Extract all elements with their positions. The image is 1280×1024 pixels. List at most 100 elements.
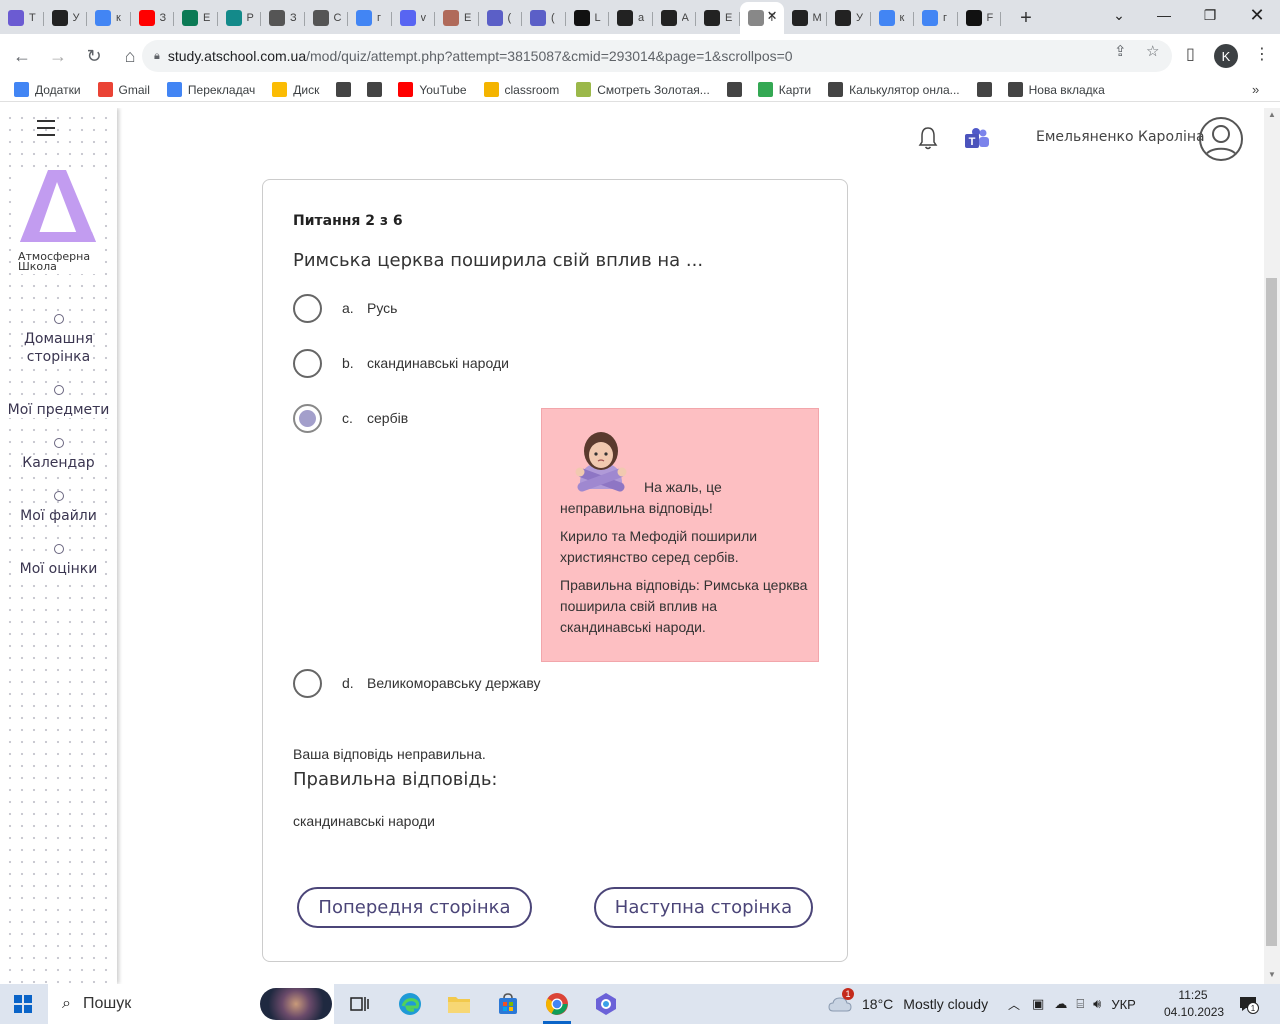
reload-button[interactable]: ↻ (78, 40, 110, 72)
scroll-up-icon[interactable]: ▲ (1268, 110, 1276, 119)
browser-tab[interactable]: к (871, 4, 915, 32)
share-icon[interactable]: ⇪ (1114, 42, 1127, 60)
task-view-icon[interactable] (340, 988, 380, 1020)
back-button[interactable]: ← (6, 40, 38, 72)
sidebar-item-home[interactable]: Домашня сторінка (0, 314, 117, 366)
browser-tab[interactable]: У (44, 4, 88, 32)
answer-option-a[interactable]: a. Русь (293, 293, 397, 323)
bookmark-item[interactable]: Нова вкладка (1007, 82, 1105, 97)
radio-button[interactable] (293, 348, 322, 378)
sidebar-item-grades[interactable]: Мої оцінки (0, 544, 117, 578)
tab-search-chevron-icon[interactable]: ⌄ (1096, 0, 1142, 30)
answer-option-d[interactable]: d. Великоморавську державу (293, 668, 540, 698)
sidebar-item-calendar[interactable]: Календар (0, 438, 117, 472)
more-bookmarks-icon[interactable]: » (1252, 82, 1259, 97)
bookmark-item[interactable]: classroom (483, 82, 559, 97)
volume-icon[interactable]: 🔊︎ (1093, 996, 1101, 1012)
chrome-icon[interactable] (537, 988, 577, 1024)
option-letter: a. (342, 300, 354, 316)
browser-tab[interactable]: F (958, 4, 1002, 32)
user-avatar[interactable] (1199, 117, 1243, 161)
windows-start-icon[interactable] (14, 995, 32, 1013)
close-tab-icon[interactable]: ✕ (767, 8, 778, 24)
browser-tab[interactable]: E (696, 4, 740, 32)
sidebar-item-files[interactable]: Мої файли (0, 491, 117, 525)
browser-tab[interactable]: T ✕ (739, 2, 784, 34)
clock[interactable]: 11:25 04.10.2023 (1164, 987, 1224, 1021)
copilot-app-icon[interactable] (586, 988, 626, 1020)
browser-tab[interactable]: С (305, 4, 349, 32)
browser-tab[interactable]: З (261, 4, 305, 32)
bookmark-item[interactable]: Карти (757, 82, 811, 97)
bell-icon[interactable] (918, 126, 938, 150)
bookmark-item[interactable]: YouTube (398, 82, 467, 97)
onedrive-icon[interactable]: ☁ (1054, 996, 1067, 1012)
bookmark-item[interactable]: Додатки (14, 82, 81, 97)
browser-tab[interactable]: Е (435, 4, 479, 32)
browser-tab[interactable]: v (392, 4, 436, 32)
browser-tab[interactable]: M (784, 4, 828, 32)
weather-badge: 1 (842, 988, 854, 1000)
radio-button-selected[interactable] (293, 403, 322, 433)
microsoft-store-icon[interactable] (488, 988, 528, 1020)
notification-icon[interactable]: 1 (1238, 994, 1259, 1014)
network-icon[interactable]: ⌸ (1076, 996, 1084, 1012)
menu-kebab-icon[interactable]: ⋮ (1254, 44, 1270, 64)
radio-button[interactable] (293, 668, 322, 698)
side-panel-icon[interactable]: ▯ (1186, 44, 1195, 64)
maximize-button[interactable]: ❐ (1187, 0, 1233, 30)
browser-tab[interactable]: Т (0, 4, 44, 32)
next-page-button[interactable]: Наступна сторінка (594, 887, 813, 928)
user-name[interactable]: Емельяненко Кароліна (1036, 129, 1205, 145)
new-tab-button[interactable]: + (1011, 8, 1041, 28)
radio-button[interactable] (293, 293, 322, 323)
bookmark-label: Диск (293, 82, 320, 97)
browser-tab[interactable]: a (609, 4, 653, 32)
bookmark-item[interactable]: Калькулятор онла... (828, 82, 960, 97)
windows-taskbar: ⌕ Пошук 1 18°C Mostly cloudy ︿ ▣ ☁ ⌸ 🔊︎ … (0, 984, 1280, 1024)
scrollbar-thumb[interactable] (1266, 278, 1277, 946)
meet-now-icon[interactable]: ▣ (1032, 996, 1044, 1012)
search-highlight-image[interactable] (260, 988, 332, 1020)
browser-tab[interactable]: У (827, 4, 871, 32)
bookmark-item[interactable] (726, 82, 742, 97)
bookmark-item[interactable] (976, 82, 992, 97)
minimize-button[interactable]: — (1141, 0, 1187, 30)
file-explorer-icon[interactable] (439, 988, 479, 1020)
forward-button[interactable]: → (42, 40, 74, 72)
bookmark-star-icon[interactable]: ☆ (1146, 42, 1159, 60)
browser-tab[interactable]: ( (522, 4, 566, 32)
bookmark-item[interactable]: Gmail (97, 82, 150, 97)
teams-icon[interactable]: T (964, 127, 990, 151)
browser-tab[interactable]: Р (218, 4, 262, 32)
browser-tab[interactable]: A (653, 4, 697, 32)
address-bar[interactable]: 🔒︎ study.atschool.com.ua/mod/quiz/attemp… (142, 40, 1172, 72)
bookmark-item[interactable]: Перекладач (166, 82, 255, 97)
browser-tab[interactable]: L (566, 4, 610, 32)
school-logo[interactable]: Атмосферна Школа (14, 170, 104, 274)
browser-tab[interactable]: З (131, 4, 175, 32)
browser-tab[interactable]: ( (479, 4, 523, 32)
bookmark-item[interactable] (367, 82, 383, 97)
answer-option-c[interactable]: c. сербів (293, 403, 408, 433)
close-window-button[interactable]: ✕ (1234, 0, 1280, 30)
browser-tab[interactable]: г (914, 4, 958, 32)
hamburger-menu-icon[interactable] (37, 120, 55, 136)
answer-option-b[interactable]: b. скандинавські народи (293, 348, 509, 378)
browser-tab[interactable]: к (87, 4, 131, 32)
weather-widget[interactable]: 1 18°C Mostly cloudy (828, 984, 988, 1024)
profile-avatar[interactable]: K (1214, 44, 1238, 68)
bookmark-item[interactable]: Смотреть Золотая... (576, 82, 710, 97)
browser-tab[interactable]: Е (174, 4, 218, 32)
browser-tab[interactable]: г (348, 4, 392, 32)
previous-page-button[interactable]: Попередня сторінка (297, 887, 532, 928)
bookmark-item[interactable] (336, 82, 352, 97)
chevron-up-icon[interactable]: ︿ (1008, 996, 1020, 1013)
sidebar-item-courses[interactable]: Мої предмети (0, 385, 117, 419)
scroll-down-icon[interactable]: ▼ (1268, 970, 1276, 979)
bookmark-item[interactable]: Диск (272, 82, 319, 97)
page-scrollbar[interactable]: ▲ ▼ (1264, 108, 1280, 984)
edge-icon[interactable] (390, 988, 430, 1020)
taskbar-search[interactable]: ⌕ Пошук (48, 984, 334, 1024)
language-indicator[interactable]: УКР (1111, 997, 1136, 1012)
